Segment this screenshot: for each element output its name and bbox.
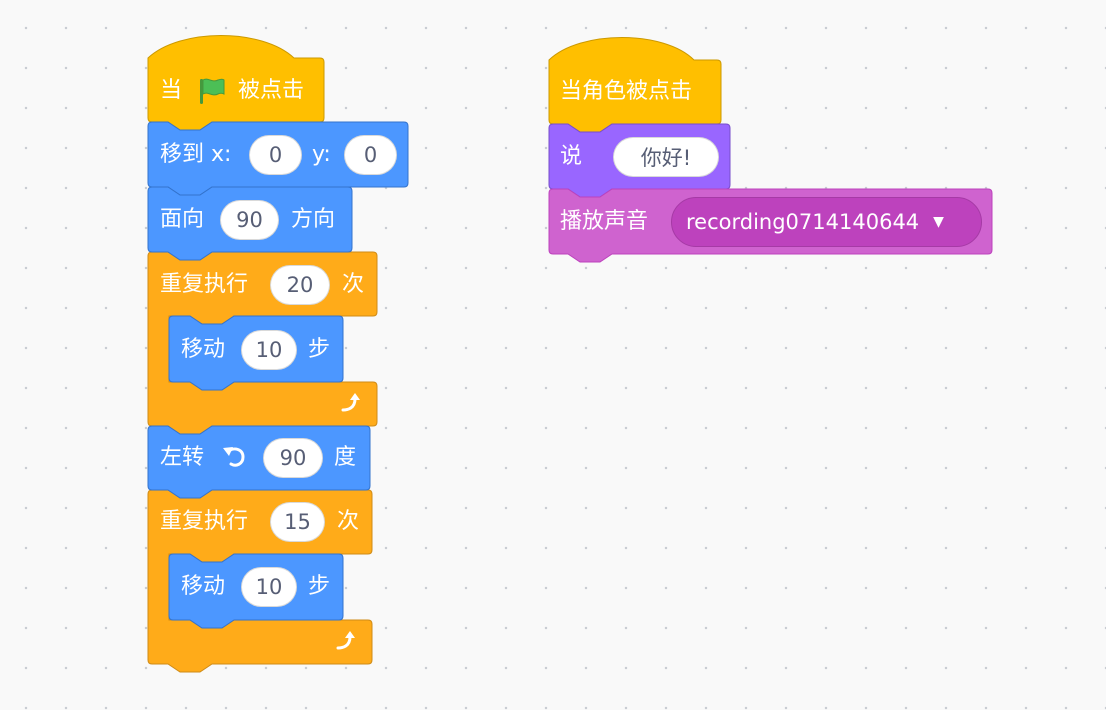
repeat-count-input[interactable]: 20 bbox=[270, 265, 330, 305]
direction-input[interactable]: 90 bbox=[220, 200, 279, 240]
rotate-left-icon bbox=[223, 447, 245, 467]
hat-label: 当角色被点击 bbox=[560, 79, 693, 104]
block-label: 移动 bbox=[181, 574, 226, 599]
degrees-input[interactable]: 90 bbox=[263, 438, 323, 478]
hat-label-clicked: 被点击 bbox=[238, 78, 305, 103]
say-text-input[interactable]: 你好! bbox=[613, 137, 719, 177]
block-label: 左转 bbox=[160, 445, 205, 470]
block-label: 移到 x: bbox=[160, 142, 232, 167]
sound-name: recording0714140644 bbox=[686, 210, 920, 234]
steps-input[interactable]: 10 bbox=[241, 330, 297, 370]
block-label: 移动 bbox=[181, 337, 226, 362]
dropdown-caret-icon: ▼ bbox=[933, 214, 944, 230]
block-suffix: 步 bbox=[308, 337, 331, 362]
y-input[interactable]: 0 bbox=[344, 135, 397, 175]
hat-label-when: 当 bbox=[160, 78, 183, 103]
block-suffix: 方向 bbox=[291, 207, 336, 232]
block-suffix: 步 bbox=[308, 574, 331, 599]
block-label: 面向 bbox=[160, 207, 205, 232]
loop-arrow-icon bbox=[341, 393, 360, 412]
loop-arrow-icon bbox=[336, 631, 355, 650]
block-suffix: 度 bbox=[334, 445, 357, 470]
block-label: 重复执行 bbox=[160, 272, 249, 297]
block-label: 重复执行 bbox=[160, 509, 249, 534]
block-label: 播放声音 bbox=[560, 209, 649, 234]
repeat-count-input[interactable]: 15 bbox=[270, 502, 325, 542]
green-flag-icon bbox=[200, 78, 225, 104]
x-input[interactable]: 0 bbox=[249, 135, 302, 175]
steps-input[interactable]: 10 bbox=[241, 567, 297, 607]
code-canvas bbox=[147, 35, 993, 673]
sound-dropdown[interactable]: recording0714140644 ▼ bbox=[671, 197, 982, 247]
block-suffix: 次 bbox=[337, 509, 360, 534]
block-label: 说 bbox=[560, 144, 583, 169]
block-suffix: 次 bbox=[342, 272, 365, 297]
y-label: y: bbox=[312, 142, 331, 167]
